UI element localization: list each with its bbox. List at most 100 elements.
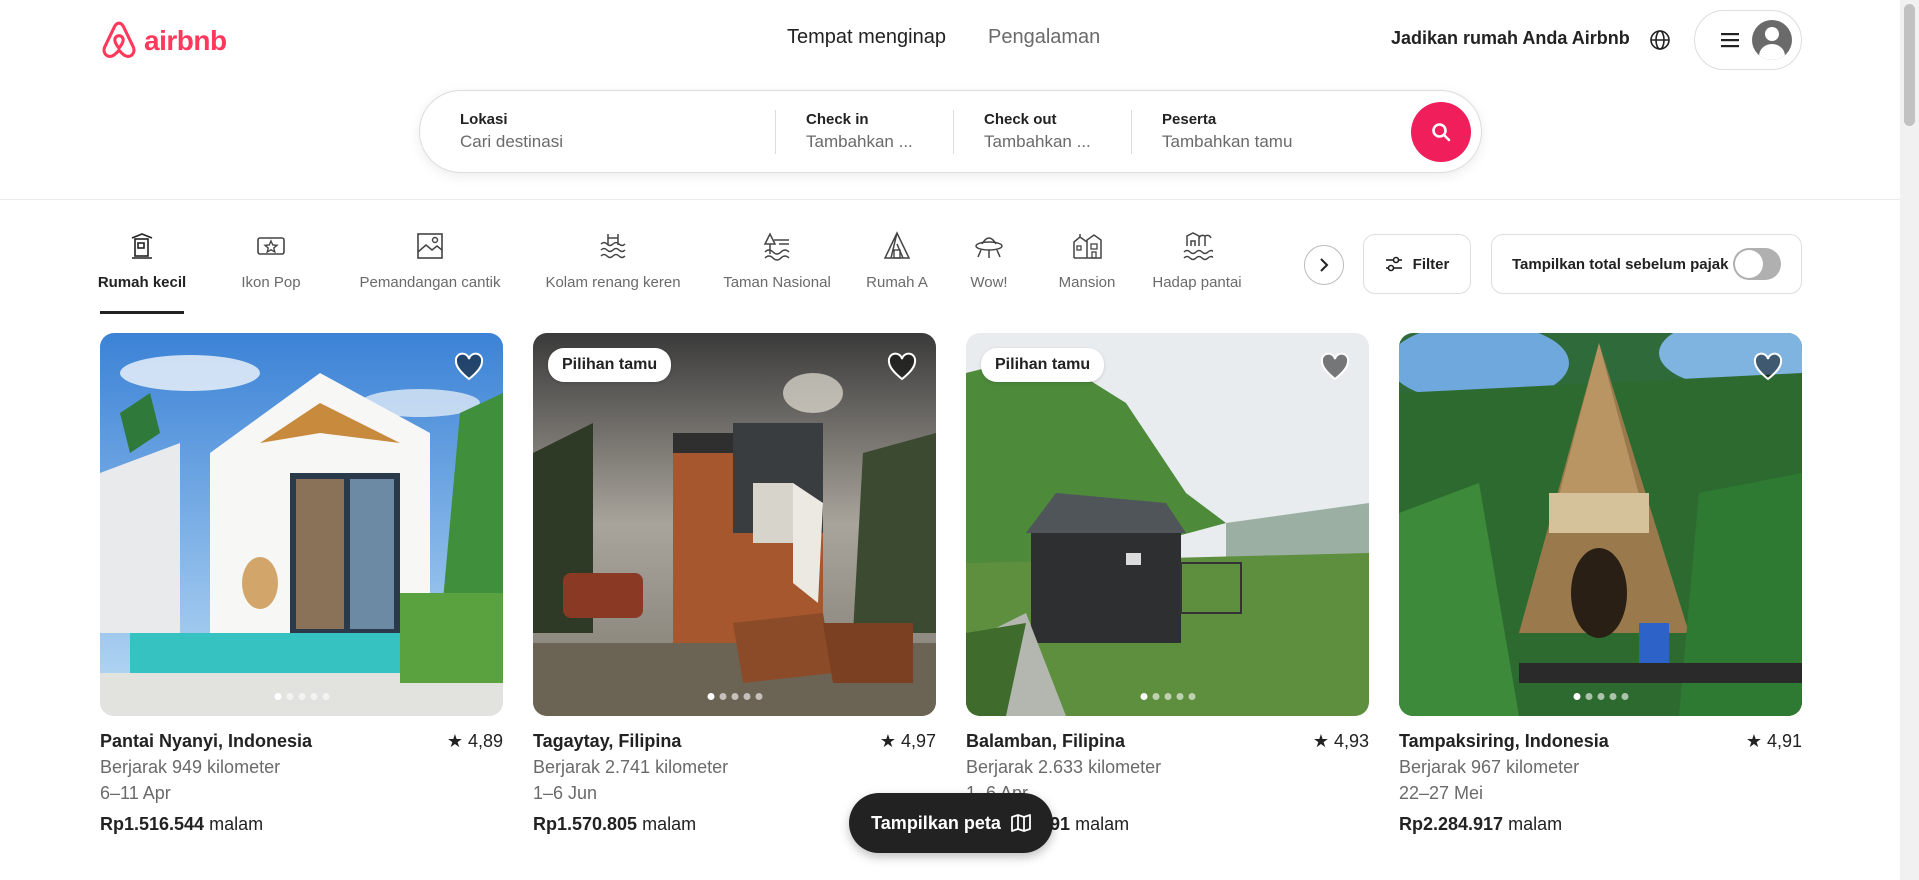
category-label: Rumah A [866, 274, 928, 291]
check-in-field[interactable]: Check in Tambahkan ... [776, 91, 953, 172]
photo-dots [274, 693, 329, 700]
tax-toggle-label: Tampilkan total sebelum pajak [1512, 255, 1729, 273]
tab-experiences[interactable]: Pengalaman [988, 26, 1100, 49]
sliders-icon [1385, 256, 1402, 272]
pool-icon [600, 234, 626, 259]
airbnb-logo[interactable]: airbnb [100, 20, 227, 62]
mansion-icon [1073, 234, 1102, 259]
category-beachfront[interactable]: Hadap pantai [1149, 230, 1245, 314]
listing-title: Tampaksiring, Indonesia [1399, 731, 1609, 751]
listing-title: Tagaytay, Filipina [533, 731, 682, 751]
guests-label: Peserta [1162, 111, 1217, 128]
price-value: Rp2.284.917 [1399, 814, 1504, 834]
cabin-photo [966, 333, 1369, 716]
listing-photo[interactable] [100, 333, 503, 716]
category-mansions[interactable]: Mansion [1057, 230, 1117, 314]
listing-card[interactable]: Pantai Nyanyi, Indonesia ★ 4,89 Berjarak … [100, 333, 503, 835]
show-map-button[interactable]: Tampilkan peta [849, 793, 1053, 853]
category-label: Wow! [970, 274, 1008, 291]
heart-icon[interactable] [886, 351, 918, 383]
location-label: Lokasi [460, 111, 508, 128]
star-icon: ★ [1312, 731, 1329, 751]
listing-photo[interactable] [1399, 333, 1802, 716]
search-button[interactable] [1411, 102, 1471, 162]
tiny-home-icon [131, 233, 153, 259]
tax-toggle[interactable]: Tampilkan total sebelum pajak [1491, 234, 1802, 294]
user-menu-button[interactable] [1694, 10, 1802, 70]
price-unit: malam [209, 814, 264, 834]
category-national-parks[interactable]: Taman Nasional [722, 230, 832, 314]
listing-title: Balamban, Filipina [966, 731, 1126, 751]
star-icon: ★ [879, 731, 896, 751]
guest-favorite-badge: Pilihan tamu [981, 348, 1105, 382]
tiny-house-photo [533, 333, 936, 716]
pop-icon [257, 237, 285, 255]
page-scrollbar[interactable] [1900, 0, 1919, 880]
villa-photo [100, 333, 503, 716]
listing-dates: 6–11 Apr [100, 783, 171, 803]
location-input[interactable]: Cari destinasi [460, 132, 775, 152]
scrollbar-thumb[interactable] [1904, 4, 1915, 126]
view-icon [417, 233, 443, 259]
listing-rating: ★ 4,93 [1313, 731, 1369, 752]
listing-price: Rp2.284.917 malam [1399, 814, 1802, 835]
listing-rating: ★ 4,91 [1746, 731, 1802, 752]
listing-card[interactable]: Pilihan tamu Tagaytay, Filipina ★ 4,97 Be… [533, 333, 936, 835]
listing-photo[interactable]: Pilihan tamu [533, 333, 936, 716]
photo-dots [707, 693, 762, 700]
globe-icon[interactable] [1648, 28, 1672, 52]
check-out-field[interactable]: Check out Tambahkan ... [954, 91, 1131, 172]
tax-switch[interactable] [1733, 248, 1781, 280]
listing-info: Pantai Nyanyi, Indonesia ★ 4,89 Berjarak … [100, 716, 503, 835]
listing-photo[interactable]: Pilihan tamu [966, 333, 1369, 716]
photo-dots [1573, 693, 1628, 700]
guest-favorite-badge: Pilihan tamu [548, 348, 672, 382]
guests-value: Tambahkan tamu [1162, 132, 1293, 151]
filter-label: Filter [1412, 255, 1450, 273]
map-icon [1010, 814, 1031, 832]
tab-stays[interactable]: Tempat menginap [787, 26, 946, 49]
star-icon: ★ [1745, 731, 1762, 751]
listing-info: Tampaksiring, Indonesia ★ 4,91 Berjarak 9… [1399, 716, 1802, 835]
heart-icon[interactable] [1319, 351, 1351, 383]
listing-card[interactable]: Tampaksiring, Indonesia ★ 4,91 Berjarak 9… [1399, 333, 1802, 835]
price-unit: malam [1508, 814, 1563, 834]
check-out-label: Check out [984, 111, 1057, 128]
rating-value: 4,91 [1766, 731, 1802, 751]
listing-distance: Berjarak 2.633 kilometer [966, 757, 1162, 777]
category-bar: Rumah kecil Ikon Pop Pemandangan cantik … [98, 230, 1245, 314]
category-pools[interactable]: Kolam renang keren [542, 230, 684, 314]
check-in-value: Tambahkan ... [806, 132, 913, 151]
listing-price: Rp1.516.544 malam [100, 814, 503, 835]
category-omg[interactable]: Wow! [969, 230, 1009, 314]
category-a-frames[interactable]: Rumah A [865, 230, 929, 314]
become-host-link[interactable]: Jadikan rumah Anda Airbnb [1391, 28, 1630, 49]
listing-distance: Berjarak 949 kilometer [100, 757, 281, 777]
hamburger-icon [1721, 33, 1739, 48]
price-unit: malam [642, 814, 697, 834]
category-label: Kolam renang keren [545, 274, 681, 291]
beachfront-icon [1183, 232, 1213, 261]
price-value: Rp1.570.805 [533, 814, 638, 834]
listing-card[interactable]: Pilihan tamu Balamban, Filipina ★ 4,93 Be… [966, 333, 1369, 835]
category-views[interactable]: Pemandangan cantik [356, 230, 504, 314]
filter-button[interactable]: Filter [1363, 234, 1471, 294]
show-map-label: Tampilkan peta [871, 812, 1001, 833]
airbnb-logo-icon [102, 21, 136, 58]
heart-icon[interactable] [453, 351, 485, 383]
guests-field[interactable]: Peserta Tambahkan tamu [1132, 91, 1392, 172]
category-icons[interactable]: Ikon Pop [236, 230, 306, 314]
avatar [1752, 20, 1792, 60]
category-label: Pemandangan cantik [359, 274, 501, 291]
location-field[interactable]: Lokasi Cari destinasi [420, 91, 775, 172]
a-frame-icon [883, 231, 911, 259]
category-tiny-homes[interactable]: Rumah kecil [98, 230, 186, 314]
check-in-label: Check in [806, 111, 869, 128]
heart-icon[interactable] [1752, 351, 1784, 383]
top-tabs: Tempat menginap Pengalaman [787, 26, 1100, 49]
listing-title: Pantai Nyanyi, Indonesia [100, 731, 313, 751]
category-next-button[interactable] [1304, 245, 1344, 285]
category-label: Mansion [1058, 274, 1116, 291]
photo-dots [1140, 693, 1195, 700]
category-fade [1240, 230, 1310, 290]
